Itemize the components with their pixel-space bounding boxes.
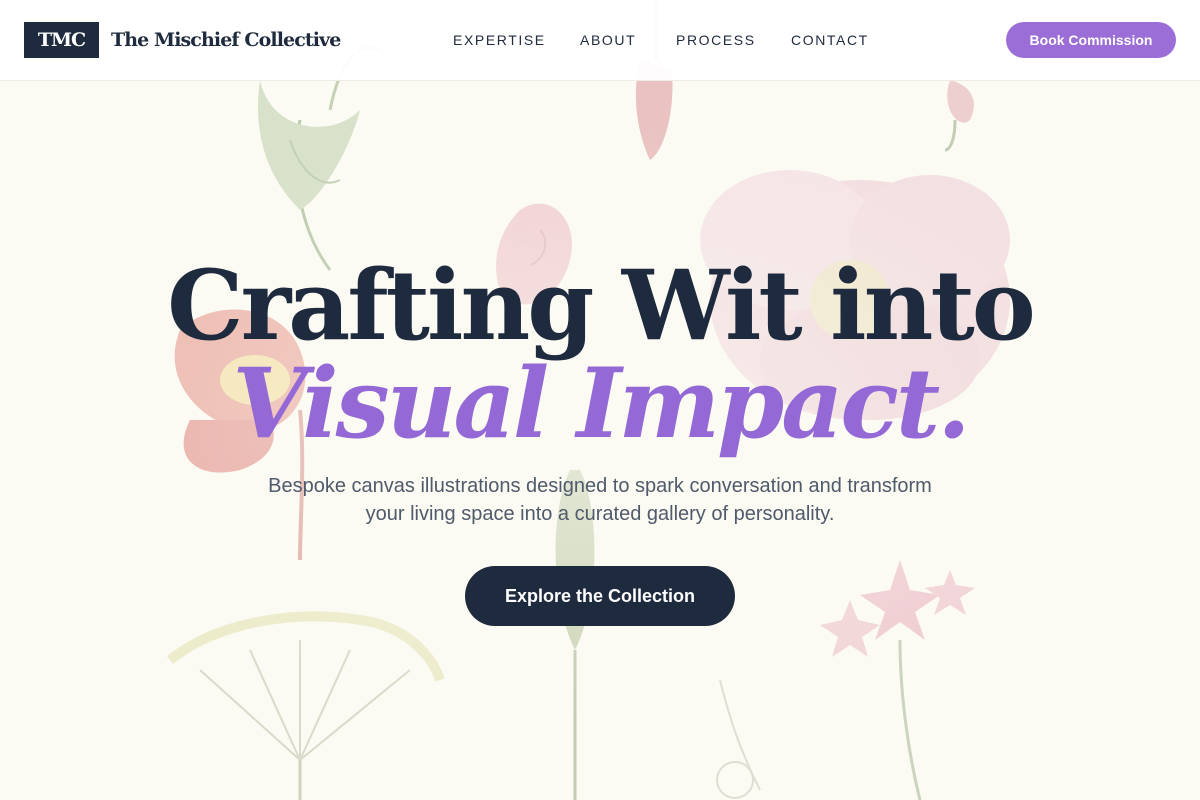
hero-headline-line1: Crafting Wit into	[167, 249, 1036, 362]
site-header: TMC The Mischief Collective EXPERTISE AB…	[0, 0, 1200, 81]
nav-link-contact[interactable]: CONTACT	[791, 30, 869, 50]
hero-section: Crafting Wit into Visual Impact. Bespoke…	[0, 0, 1200, 800]
hero-subtitle: Bespoke canvas illustrations designed to…	[268, 475, 932, 525]
book-commission-button[interactable]: Book Commission	[1006, 22, 1176, 58]
nav-link-process[interactable]: PROCESS	[676, 30, 756, 50]
explore-collection-button[interactable]: Explore the Collection	[465, 566, 735, 626]
hero-headline-line2: Visual Impact.	[232, 347, 970, 460]
nav-link-about[interactable]: ABOUT	[580, 30, 636, 50]
nav-link-expertise[interactable]: EXPERTISE	[453, 30, 546, 50]
